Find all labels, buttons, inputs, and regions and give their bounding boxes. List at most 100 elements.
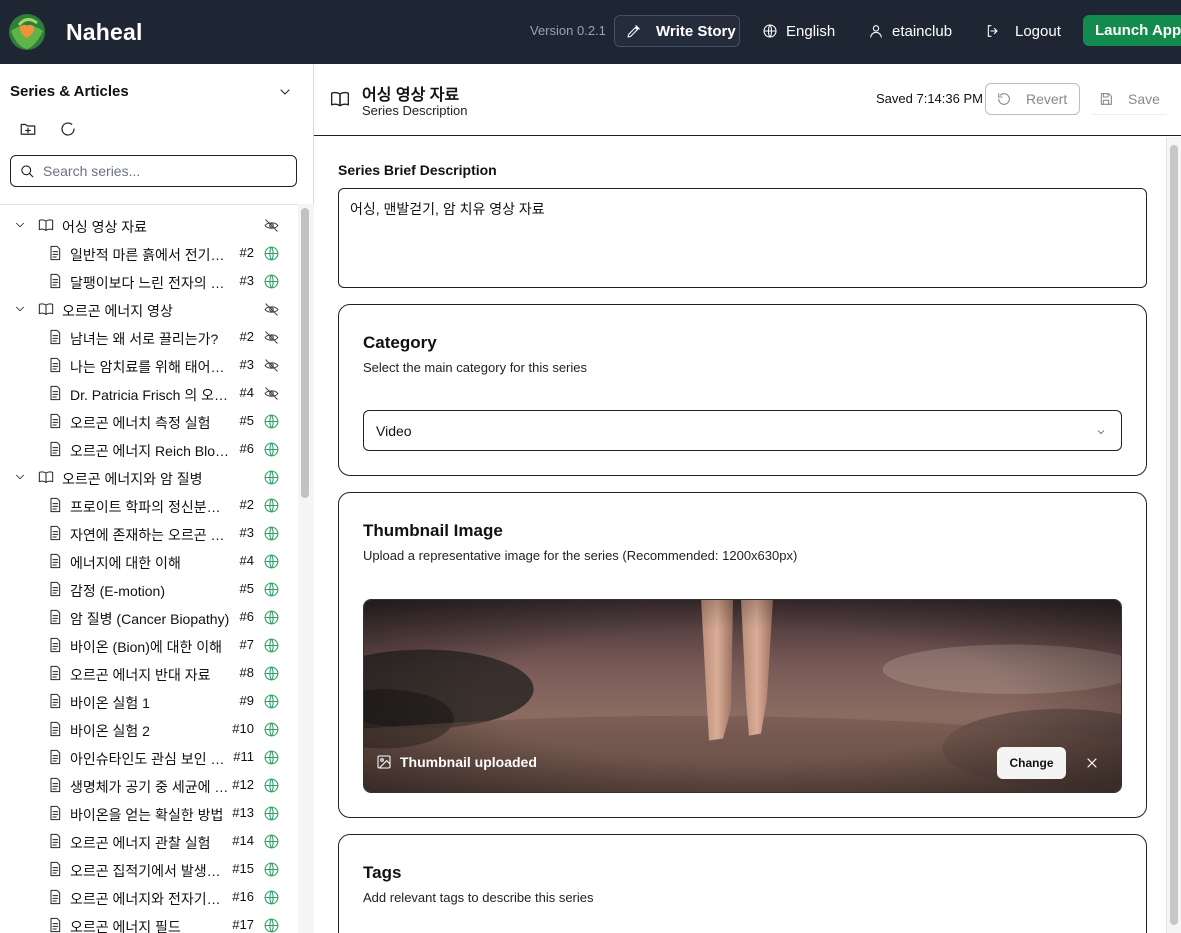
article-number: #5 <box>239 413 254 428</box>
logout-button[interactable]: Logout <box>985 15 1061 47</box>
tree-item-label: 달팽이보다 느린 전자의 이동 속도 <box>70 275 232 291</box>
globe-icon[interactable] <box>263 665 280 682</box>
category-description: Select the main category for this series <box>363 360 587 375</box>
article-item[interactable]: 오르곤 집적기에서 발생하는 열 #15 <box>0 855 298 883</box>
save-button[interactable]: Save <box>1092 83 1166 115</box>
globe-icon[interactable] <box>263 273 280 290</box>
close-icon[interactable] <box>1084 755 1100 771</box>
series-search[interactable] <box>10 155 297 187</box>
article-item[interactable]: 프로이트 학파의 정신분석학 #2 <box>0 491 298 519</box>
search-input[interactable] <box>43 160 288 182</box>
article-number: #12 <box>232 777 254 792</box>
book-open-icon <box>38 301 54 317</box>
globe-icon[interactable] <box>263 861 280 878</box>
eye-off-icon[interactable] <box>263 357 280 374</box>
globe-icon[interactable] <box>263 497 280 514</box>
series-title: 어싱 영상 자료 <box>362 87 460 104</box>
chevron-down-icon <box>1095 425 1107 437</box>
tree-item-label: 오르곤 에너지 영상 <box>62 303 173 319</box>
article-item[interactable]: 아인슈타인도 관심 보인 오르곤 에너지#11 <box>0 743 298 771</box>
article-item[interactable]: 오르곤 에너지와 전자기장의 차이#16 <box>0 883 298 911</box>
article-item[interactable]: Dr. Patricia Frisch 의 오르곤 에너지 #4 <box>0 379 298 407</box>
globe-icon[interactable] <box>263 721 280 738</box>
globe-icon[interactable] <box>263 777 280 794</box>
globe-icon[interactable] <box>263 553 280 570</box>
article-item[interactable]: 오르곤 에너지 반대 자료 #8 <box>0 659 298 687</box>
series-item[interactable]: 오르곤 에너지 영상 <box>0 295 298 323</box>
tree-item-label: 프로이트 학파의 정신분석학 <box>70 499 232 515</box>
globe-icon[interactable] <box>263 693 280 710</box>
globe-icon[interactable] <box>263 469 280 486</box>
series-item[interactable]: 오르곤 에너지와 암 질병 <box>0 463 298 491</box>
article-item[interactable]: 감정 (E-motion) #5 <box>0 575 298 603</box>
globe-icon[interactable] <box>263 833 280 850</box>
globe-icon[interactable] <box>263 637 280 654</box>
article-item[interactable]: 달팽이보다 느린 전자의 이동 속도 #3 <box>0 267 298 295</box>
article-item[interactable]: 바이온 실험 1 #9 <box>0 687 298 715</box>
globe-icon[interactable] <box>263 525 280 542</box>
thumbnail-title: Thumbnail Image <box>363 521 503 540</box>
article-item[interactable]: 에너지에 대한 이해 #4 <box>0 547 298 575</box>
article-number: #6 <box>239 609 254 624</box>
revert-button[interactable]: Revert <box>985 83 1080 115</box>
thumbnail-status-label: Thumbnail uploaded <box>400 754 537 770</box>
change-thumbnail-button[interactable]: Change <box>997 747 1066 779</box>
article-item[interactable]: 생명체가 공기 중 세균에 노출되는 이유#12 <box>0 771 298 799</box>
tree-item-label: 바이온 실험 1 <box>70 695 150 711</box>
new-folder-icon[interactable] <box>19 120 37 138</box>
sidebar-scrollbar[interactable] <box>298 204 314 933</box>
globe-icon[interactable] <box>263 245 280 262</box>
eye-off-icon[interactable] <box>263 301 280 318</box>
article-item[interactable]: 오르곤 에너치 측정 실험 #5 <box>0 407 298 435</box>
write-story-button[interactable]: Write Story <box>614 15 740 47</box>
chevron-down-icon[interactable] <box>277 84 293 100</box>
globe-icon <box>763 24 777 38</box>
article-item[interactable]: 암 질병 (Cancer Biopathy) #6 <box>0 603 298 631</box>
article-item[interactable]: 오르곤 에너지 Reich Blood Test #6 <box>0 435 298 463</box>
article-item[interactable]: 남녀는 왜 서로 끌리는가? #2 <box>0 323 298 351</box>
globe-icon[interactable] <box>263 749 280 766</box>
launch-app-button[interactable]: Launch App <box>1083 15 1181 46</box>
article-number: #4 <box>239 553 254 568</box>
logout-icon <box>987 25 998 37</box>
article-item[interactable]: 오르곤 에너지 필드 #17 <box>0 911 298 933</box>
top-navigation-bar: Naheal Version 0.2.1 Write Story English… <box>0 0 1181 64</box>
article-number: #13 <box>232 805 254 820</box>
series-item[interactable]: 어싱 영상 자료 <box>0 211 298 239</box>
globe-icon[interactable] <box>263 413 280 430</box>
eye-off-icon[interactable] <box>263 329 280 346</box>
globe-icon[interactable] <box>263 609 280 626</box>
article-item[interactable]: 나는 암치료를 위해 태어났다 #3 <box>0 351 298 379</box>
file-text-icon <box>47 441 63 457</box>
brand-name[interactable]: Naheal <box>66 19 143 46</box>
tree-item-label: 바이온 실험 2 <box>70 723 150 739</box>
globe-icon[interactable] <box>263 889 280 906</box>
chevron-down-icon[interactable] <box>13 302 27 316</box>
eye-off-icon[interactable] <box>263 217 280 234</box>
chevron-down-icon[interactable] <box>13 470 27 484</box>
tree-item-label: 오르곤 에너지 필드 <box>70 919 181 933</box>
editor-scroll-thumb[interactable] <box>1170 145 1178 925</box>
editor-scrollbar[interactable] <box>1166 137 1181 933</box>
article-number: #15 <box>232 861 254 876</box>
chevron-down-icon[interactable] <box>13 218 27 232</box>
globe-icon[interactable] <box>263 581 280 598</box>
language-button[interactable]: English <box>762 15 835 47</box>
globe-icon[interactable] <box>263 805 280 822</box>
brief-description-textarea[interactable]: 어싱, 맨발걷기, 암 치유 영상 자료 <box>338 188 1147 288</box>
globe-icon[interactable] <box>263 441 280 458</box>
article-number: #6 <box>239 441 254 456</box>
sidebar-scroll-thumb[interactable] <box>301 208 309 498</box>
article-item[interactable]: 오르곤 에너지 관찰 실험 #14 <box>0 827 298 855</box>
user-menu-button[interactable]: etainclub <box>868 15 952 47</box>
article-item[interactable]: 바이온 (Bion)에 대한 이해 #7 <box>0 631 298 659</box>
refresh-icon[interactable] <box>59 120 77 138</box>
category-select[interactable]: Video <box>363 410 1122 451</box>
naheal-logo-icon[interactable] <box>5 11 49 51</box>
article-item[interactable]: 바이온을 얻는 확실한 방법 #13 <box>0 799 298 827</box>
article-item[interactable]: 자연에 존재하는 오르곤 에너지 #3 <box>0 519 298 547</box>
eye-off-icon[interactable] <box>263 385 280 402</box>
globe-icon[interactable] <box>263 917 280 933</box>
article-item[interactable]: 바이온 실험 2 #10 <box>0 715 298 743</box>
article-item[interactable]: 일반적 마른 흙에서 전기가 흐르는 이유 #2 <box>0 239 298 267</box>
